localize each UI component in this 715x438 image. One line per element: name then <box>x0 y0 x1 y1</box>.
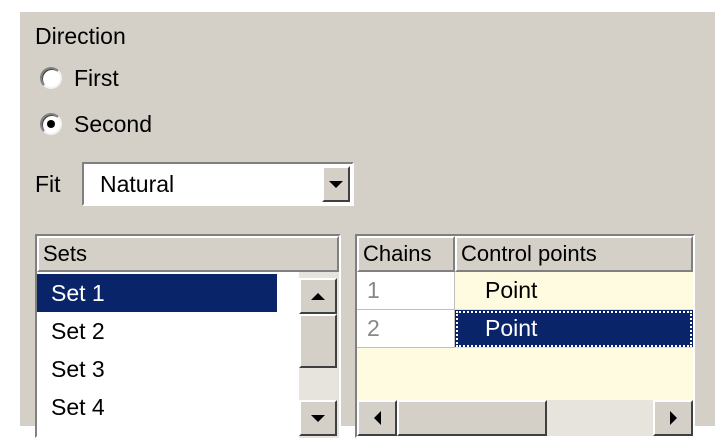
radio-icon[interactable] <box>40 67 62 89</box>
list-item-set-4[interactable]: Set 4 <box>37 388 277 426</box>
fit-dropdown-button[interactable] <box>322 166 350 202</box>
arrow-down-icon <box>311 414 325 422</box>
radio-first-label: First <box>74 65 119 91</box>
scroll-thumb[interactable] <box>299 314 337 368</box>
control-point-cell[interactable]: Point <box>455 272 693 310</box>
sets-vertical-scrollbar[interactable] <box>299 272 339 438</box>
list-item-set-1[interactable]: Set 1 <box>37 274 277 312</box>
fit-dropdown[interactable]: Natural <box>82 162 354 206</box>
chains-grid[interactable]: Chains Control points 1 Point 2 Point <box>355 234 695 438</box>
radio-icon[interactable] <box>40 113 62 135</box>
radio-first[interactable]: First <box>40 64 119 92</box>
scroll-right-button[interactable] <box>653 400 693 436</box>
radio-second-label: Second <box>74 111 153 137</box>
chevron-down-icon <box>329 180 343 188</box>
grid-horizontal-scrollbar[interactable] <box>357 400 693 436</box>
horizontal-scroll-thumb[interactable] <box>397 400 547 436</box>
dialog-panel: Direction First Second Fit Natural Sets … <box>20 12 715 438</box>
scroll-down-button[interactable] <box>299 400 337 436</box>
direction-label: Direction <box>35 23 126 49</box>
chain-number-cell[interactable]: 1 <box>357 272 455 310</box>
fit-label: Fit <box>35 171 61 197</box>
chains-column-header[interactable]: Chains <box>357 236 455 272</box>
chain-number-cell[interactable]: 2 <box>357 310 455 348</box>
scroll-left-button[interactable] <box>357 400 397 436</box>
arrow-left-icon <box>373 411 381 425</box>
radio-second[interactable]: Second <box>40 110 152 138</box>
control-point-cell-selected[interactable]: Point <box>455 310 693 348</box>
arrow-right-icon <box>669 411 677 425</box>
list-item-set-2[interactable]: Set 2 <box>37 312 277 350</box>
scroll-up-button[interactable] <box>299 278 337 314</box>
control-points-column-header[interactable]: Control points <box>455 236 693 272</box>
arrow-up-icon <box>311 292 325 300</box>
sets-list[interactable]: Sets Set 1 Set 2 Set 3 Set 4 <box>35 234 341 438</box>
sets-header[interactable]: Sets <box>37 236 339 272</box>
list-item-set-3[interactable]: Set 3 <box>37 350 277 388</box>
fit-dropdown-value: Natural <box>100 171 175 197</box>
